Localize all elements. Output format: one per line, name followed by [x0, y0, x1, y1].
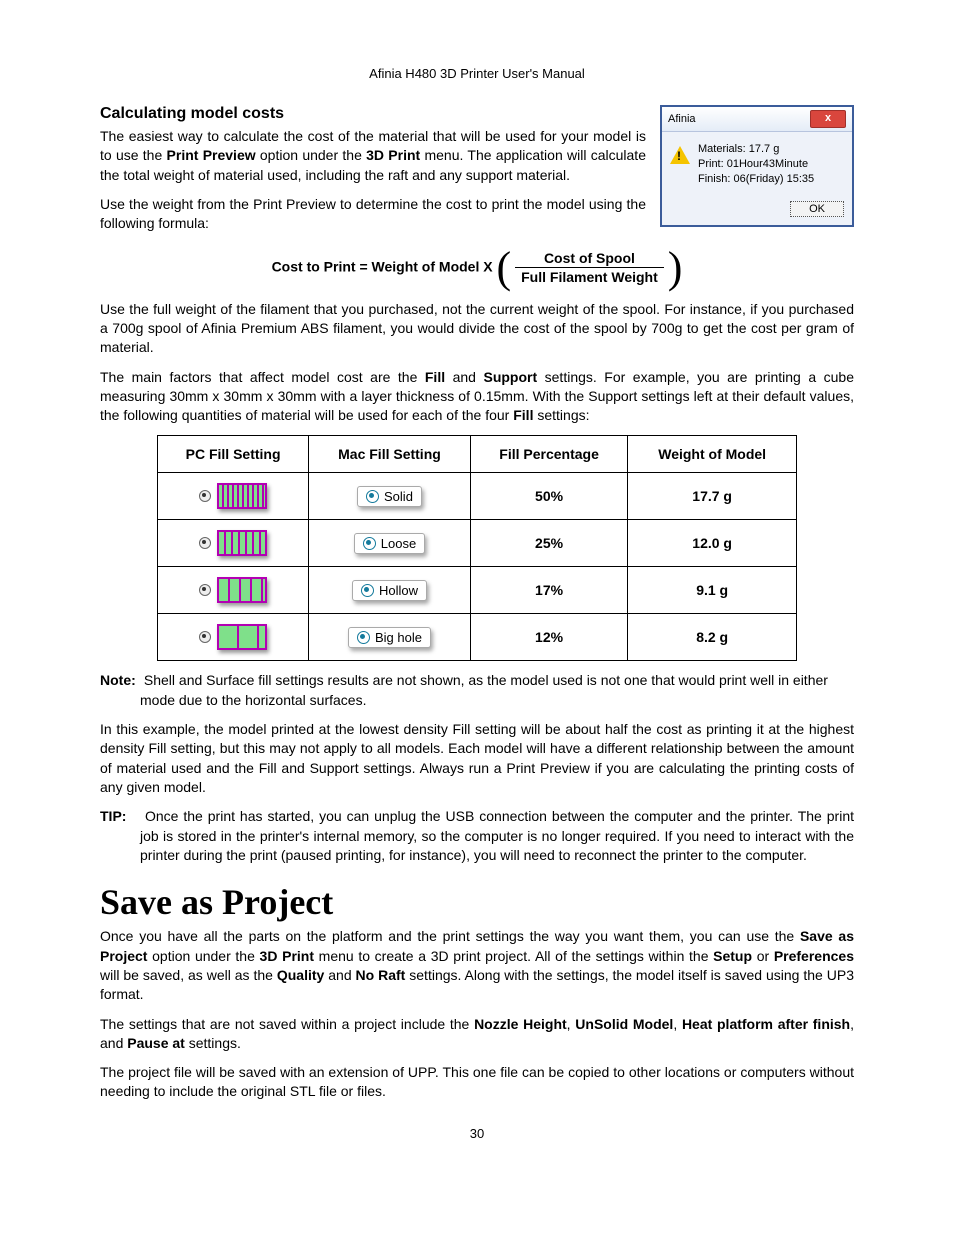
- table-row: Big hole 12% 8.2 g: [158, 614, 797, 661]
- cell-wt: 8.2 g: [628, 614, 797, 661]
- cell-wt: 9.1 g: [628, 567, 797, 614]
- pc-fill-icon: [199, 624, 267, 650]
- radio-icon: [199, 631, 211, 643]
- para-main-factors: The main factors that affect model cost …: [100, 368, 854, 426]
- table-row: Loose 25% 12.0 g: [158, 520, 797, 567]
- page-header: Afinia H480 3D Printer User's Manual: [100, 66, 854, 81]
- cell-wt: 12.0 g: [628, 520, 797, 567]
- mac-fill-icon: Hollow: [352, 580, 427, 601]
- cell-pct: 25%: [470, 520, 628, 567]
- pc-fill-icon: [199, 483, 267, 509]
- para-example: In this example, the model printed at th…: [100, 720, 854, 797]
- radio-icon: [363, 537, 376, 550]
- cost-formula: Cost to Print = Weight of Model X ( Cost…: [100, 250, 854, 286]
- para-save-1: Once you have all the parts on the platf…: [100, 927, 854, 1004]
- dialog-message: Materials: 17.7 g Print: 01Hour43Minute …: [698, 142, 814, 187]
- para-save-3: The project file will be saved with an e…: [100, 1063, 854, 1102]
- mac-fill-icon: Loose: [354, 533, 425, 554]
- pc-fill-icon: [199, 530, 267, 556]
- radio-icon: [199, 584, 211, 596]
- para-full-weight: Use the full weight of the filament that…: [100, 300, 854, 358]
- radio-icon: [357, 631, 370, 644]
- mac-fill-icon: Big hole: [348, 627, 431, 648]
- ok-button[interactable]: OK: [790, 201, 844, 217]
- th-mac: Mac Fill Setting: [309, 436, 471, 473]
- cell-pct: 12%: [470, 614, 628, 661]
- close-icon[interactable]: x: [810, 110, 846, 128]
- pc-fill-icon: [199, 577, 267, 603]
- para-tip: TIP: Once the print has started, you can…: [100, 807, 854, 865]
- th-pct: Fill Percentage: [470, 436, 628, 473]
- cell-pct: 50%: [470, 473, 628, 520]
- radio-icon: [199, 490, 211, 502]
- radio-icon: [199, 537, 211, 549]
- radio-icon: [361, 584, 374, 597]
- warning-icon: [670, 146, 690, 164]
- cell-pct: 17%: [470, 567, 628, 614]
- mac-fill-icon: Solid: [357, 486, 422, 507]
- para-save-2: The settings that are not saved within a…: [100, 1015, 854, 1054]
- fill-settings-table: PC Fill Setting Mac Fill Setting Fill Pe…: [157, 435, 797, 661]
- print-preview-dialog: Afinia x Materials: 17.7 g Print: 01Hour…: [660, 105, 854, 227]
- page-number: 30: [100, 1126, 854, 1141]
- th-wt: Weight of Model: [628, 436, 797, 473]
- dialog-title: Afinia: [668, 113, 696, 125]
- radio-icon: [366, 490, 379, 503]
- cell-wt: 17.7 g: [628, 473, 797, 520]
- table-row: Solid 50% 17.7 g: [158, 473, 797, 520]
- table-row: Hollow 17% 9.1 g: [158, 567, 797, 614]
- para-note: Note: Shell and Surface fill settings re…: [100, 671, 854, 710]
- heading-save-as-project: Save as Project: [100, 881, 854, 923]
- th-pc: PC Fill Setting: [158, 436, 309, 473]
